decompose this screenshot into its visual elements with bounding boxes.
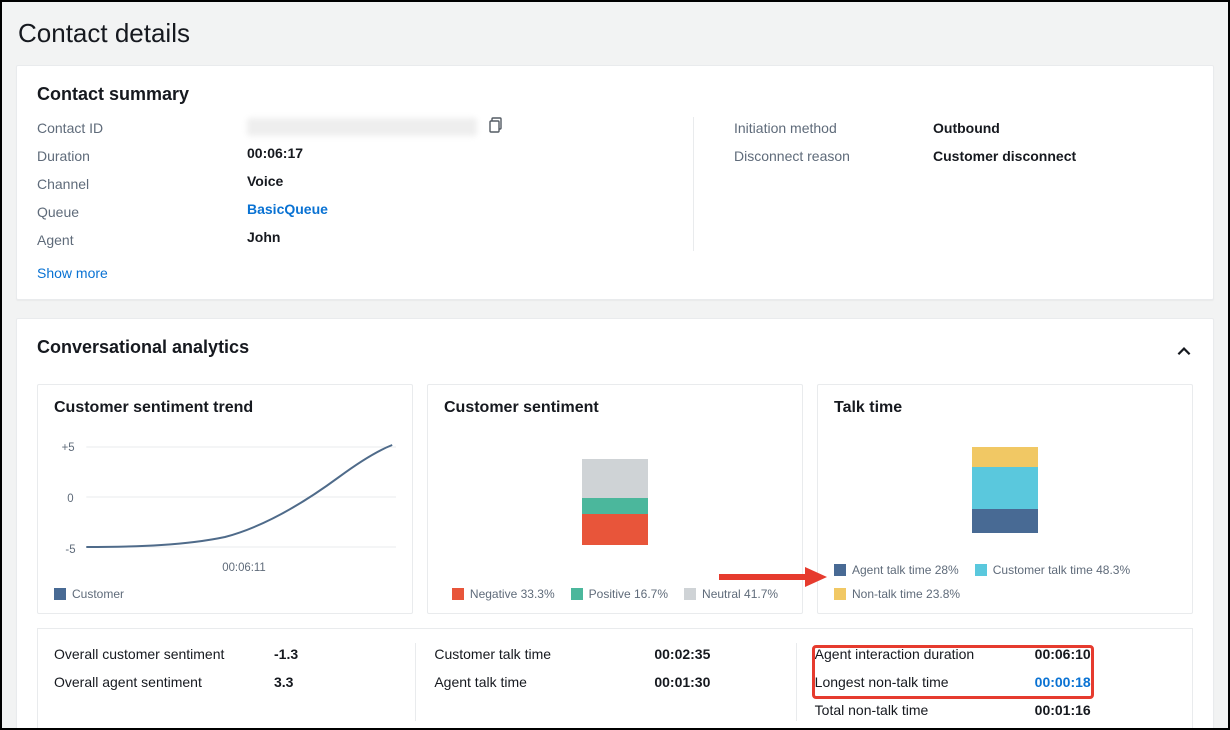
legend-agent-talk: Agent talk time 28% [834, 563, 959, 577]
longest-nontalk-value[interactable]: 00:00:18 [1035, 671, 1091, 693]
agent-talk-time-label: Agent talk time [434, 671, 634, 693]
legend-customer-talk: Customer talk time 48.3% [975, 563, 1130, 577]
summary-title: Contact summary [37, 84, 1193, 105]
agent-value: John [247, 226, 653, 248]
swatch-icon [54, 588, 66, 600]
queue-link[interactable]: BasicQueue [247, 198, 653, 220]
initiation-value: Outbound [933, 117, 1193, 139]
contact-id-value [247, 118, 477, 136]
svg-text:0: 0 [67, 492, 74, 505]
total-nontalk-value: 00:01:16 [1035, 699, 1091, 721]
legend-positive-label: Positive 16.7% [589, 587, 668, 601]
sentiment-trend-card: Customer sentiment trend +5 0 -5 00:06:1… [37, 384, 413, 614]
swatch-icon [571, 588, 583, 600]
legend-nontalk: Non-talk time 23.8% [834, 587, 960, 601]
channel-value: Voice [247, 170, 653, 192]
legend-positive: Positive 16.7% [571, 587, 668, 601]
interaction-duration-label: Agent interaction duration [815, 643, 1015, 665]
swatch-icon [452, 588, 464, 600]
disconnect-value: Customer disconnect [933, 145, 1193, 167]
legend-negative-label: Negative 33.3% [470, 587, 555, 601]
customer-sentiment-card: Customer sentiment Negative 33.3% [427, 384, 803, 614]
cust-talk-time-value: 00:02:35 [654, 643, 710, 665]
metrics-row: Overall customer sentiment Overall agent… [37, 628, 1193, 730]
svg-text:+5: +5 [62, 441, 75, 454]
collapse-icon[interactable] [1175, 343, 1193, 364]
legend-nontalk-label: Non-talk time 23.8% [852, 587, 960, 601]
duration-value: 00:06:17 [247, 142, 653, 164]
swatch-icon [834, 588, 846, 600]
customer-sentiment-title: Customer sentiment [444, 399, 786, 417]
analytics-title: Conversational analytics [37, 337, 249, 358]
copy-icon[interactable] [489, 117, 505, 136]
overall-agent-sentiment-value: 3.3 [274, 671, 298, 693]
agent-talk-time-value: 00:01:30 [654, 671, 710, 693]
disconnect-label: Disconnect reason [734, 145, 893, 167]
svg-text:-5: -5 [65, 543, 76, 556]
contact-summary-panel: Contact summary Contact ID Duration Chan… [16, 65, 1214, 300]
customer-sentiment-chart [444, 425, 786, 579]
duration-label: Duration [37, 145, 207, 167]
contact-id-label: Contact ID [37, 117, 207, 139]
channel-label: Channel [37, 173, 207, 195]
legend-customer-talk-label: Customer talk time 48.3% [993, 563, 1130, 577]
overall-cust-sentiment-value: -1.3 [274, 643, 298, 665]
sentiment-trend-chart: +5 0 -5 00:06:11 [54, 425, 396, 579]
overall-cust-sentiment-label: Overall customer sentiment [54, 643, 254, 665]
svg-text:00:06:11: 00:06:11 [222, 561, 265, 574]
legend-negative: Negative 33.3% [452, 587, 555, 601]
swatch-icon [834, 564, 846, 576]
talk-time-chart [834, 425, 1176, 555]
agent-label: Agent [37, 229, 207, 251]
analytics-panel: Conversational analytics Customer sentim… [16, 318, 1214, 730]
legend-agent-talk-label: Agent talk time 28% [852, 563, 959, 577]
swatch-icon [975, 564, 987, 576]
legend-customer: Customer [54, 587, 124, 601]
sentiment-trend-title: Customer sentiment trend [54, 399, 396, 417]
page-title: Contact details [18, 18, 1214, 49]
legend-customer-label: Customer [72, 587, 124, 601]
talk-time-card: Talk time Agent talk time 28% [817, 384, 1193, 614]
overall-agent-sentiment-label: Overall agent sentiment [54, 671, 254, 693]
talk-time-title: Talk time [834, 399, 1176, 417]
interaction-duration-value: 00:06:10 [1035, 643, 1091, 665]
legend-neutral: Neutral 41.7% [684, 587, 778, 601]
queue-label: Queue [37, 201, 207, 223]
total-nontalk-label: Total non-talk time [815, 699, 1015, 721]
legend-neutral-label: Neutral 41.7% [702, 587, 778, 601]
show-more-link[interactable]: Show more [37, 265, 108, 281]
cust-talk-time-label: Customer talk time [434, 643, 634, 665]
longest-nontalk-label: Longest non-talk time [815, 671, 1015, 693]
initiation-label: Initiation method [734, 117, 893, 139]
swatch-icon [684, 588, 696, 600]
